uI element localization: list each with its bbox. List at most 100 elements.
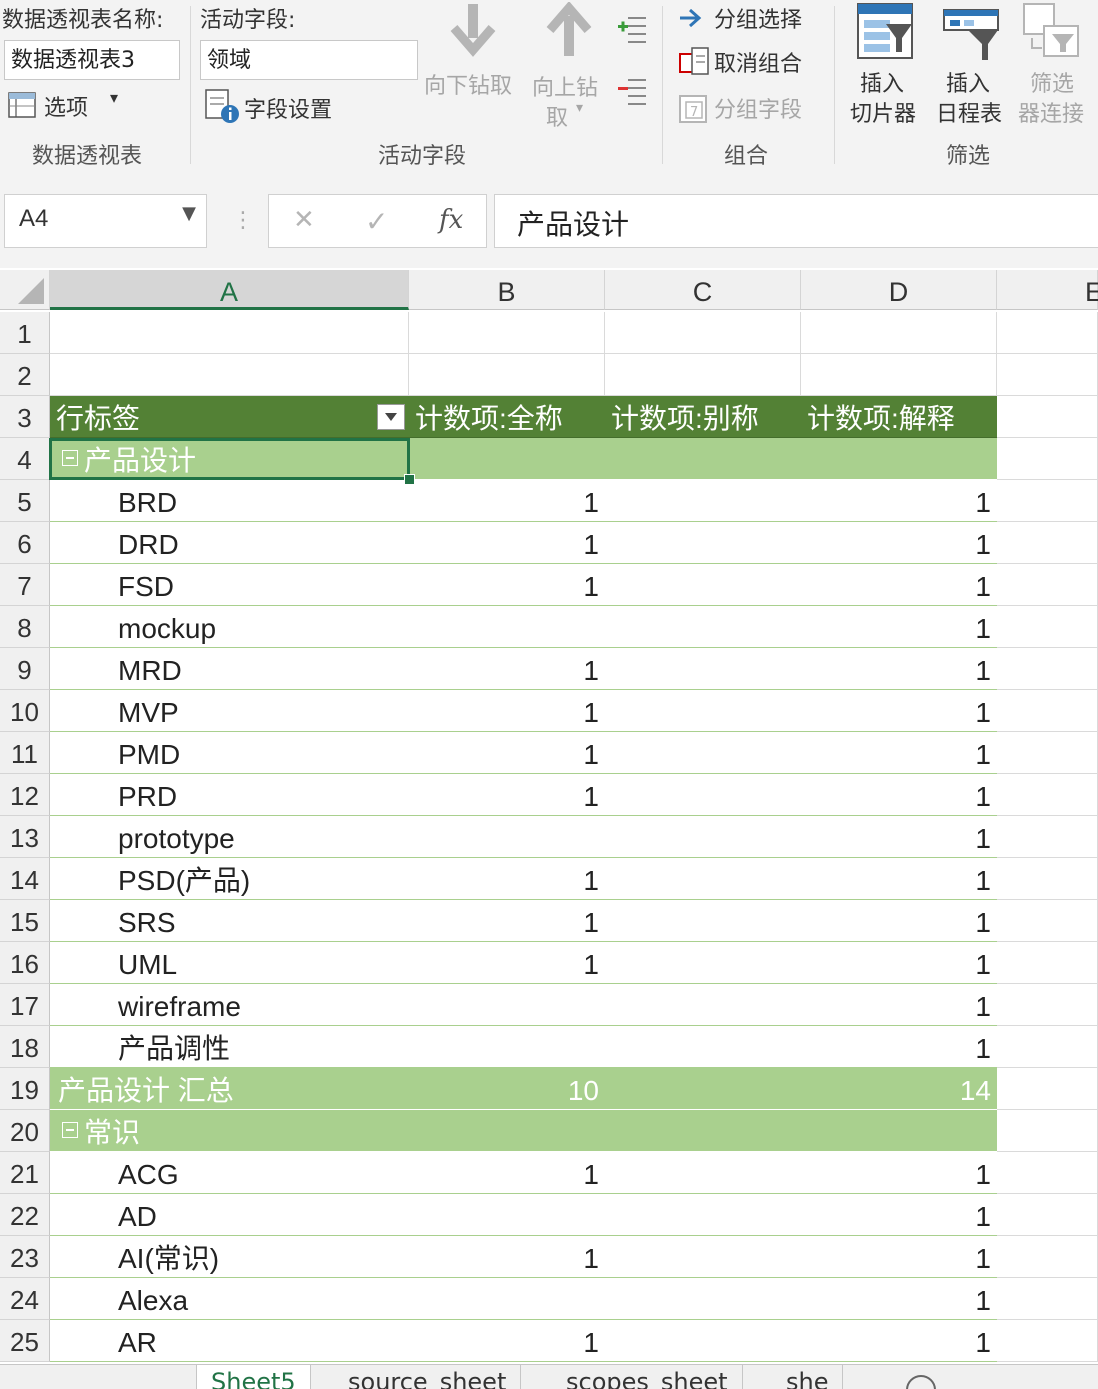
collapse-icon[interactable]	[62, 1122, 78, 1138]
cell-e[interactable]	[997, 1278, 1098, 1320]
cell-b[interactable]: 1	[409, 942, 605, 984]
column-header-d[interactable]: D	[801, 270, 997, 310]
row-header[interactable]: 18	[0, 1026, 50, 1068]
cell-d[interactable]: 1	[801, 480, 997, 522]
cell-b[interactable]: 计数项:全称	[409, 396, 605, 438]
cell-d[interactable]: 1	[801, 648, 997, 690]
cell-e[interactable]	[997, 732, 1098, 774]
row-header[interactable]: 21	[0, 1152, 50, 1194]
cell-a[interactable]: prototype	[50, 816, 409, 858]
row-header[interactable]: 7	[0, 564, 50, 606]
row-header[interactable]: 5	[0, 480, 50, 522]
cell-a[interactable]	[50, 354, 409, 396]
cell-a[interactable]: 产品调性	[50, 1026, 409, 1068]
cell-a[interactable]: BRD	[50, 480, 409, 522]
row-header[interactable]: 15	[0, 900, 50, 942]
cell-a[interactable]: PSD(产品)	[50, 858, 409, 900]
cell-a[interactable]: AR	[50, 1320, 409, 1362]
cell-a[interactable]: PRD	[50, 774, 409, 816]
row-header[interactable]: 10	[0, 690, 50, 732]
cell-b[interactable]	[409, 1026, 605, 1068]
cell-e[interactable]	[997, 858, 1098, 900]
cell-c[interactable]	[605, 438, 801, 480]
cell-b[interactable]	[409, 1110, 605, 1152]
row-header[interactable]: 23	[0, 1236, 50, 1278]
row-header[interactable]: 1	[0, 312, 50, 354]
cell-a[interactable]: mockup	[50, 606, 409, 648]
cell-d[interactable]: 1	[801, 564, 997, 606]
column-header-c[interactable]: C	[605, 270, 801, 310]
cell-d[interactable]: 1	[801, 1278, 997, 1320]
filter-dropdown-icon[interactable]	[377, 404, 405, 430]
cell-b[interactable]	[409, 816, 605, 858]
cell-a[interactable]: MRD	[50, 648, 409, 690]
row-header[interactable]: 13	[0, 816, 50, 858]
row-header[interactable]: 9	[0, 648, 50, 690]
cell-b[interactable]	[409, 312, 605, 354]
cell-a[interactable]: FSD	[50, 564, 409, 606]
collapse-icon[interactable]	[62, 450, 78, 466]
row-header[interactable]: 16	[0, 942, 50, 984]
row-header[interactable]: 3	[0, 396, 50, 438]
cell-d[interactable]: 1	[801, 1236, 997, 1278]
cell-e[interactable]	[997, 1320, 1098, 1362]
sheet-tab[interactable]: Sheet5	[196, 1365, 311, 1389]
formula-input[interactable]: 产品设计	[494, 194, 1098, 248]
cell-d[interactable]: 1	[801, 1194, 997, 1236]
cell-b[interactable]: 1	[409, 1152, 605, 1194]
cell-b[interactable]: 10	[409, 1068, 605, 1110]
cell-a[interactable]: MVP	[50, 690, 409, 732]
cell-c[interactable]: 计数项:别称	[605, 396, 801, 438]
cell-e[interactable]	[997, 690, 1098, 732]
cell-c[interactable]	[605, 732, 801, 774]
cell-a[interactable]: 产品设计	[50, 438, 409, 480]
sheet-tab[interactable]: source_sheet	[334, 1365, 522, 1389]
row-header[interactable]: 20	[0, 1110, 50, 1152]
row-header[interactable]: 6	[0, 522, 50, 564]
cell-c[interactable]	[605, 984, 801, 1026]
cell-d[interactable]: 1	[801, 816, 997, 858]
group-selection-button[interactable]: 分组选择	[678, 0, 828, 36]
cell-b[interactable]	[409, 606, 605, 648]
cell-d[interactable]: 1	[801, 690, 997, 732]
cell-e[interactable]	[997, 900, 1098, 942]
cell-b[interactable]: 1	[409, 522, 605, 564]
cell-e[interactable]	[997, 564, 1098, 606]
cell-d[interactable]: 1	[801, 942, 997, 984]
cell-e[interactable]	[997, 984, 1098, 1026]
cell-c[interactable]	[605, 1110, 801, 1152]
cell-a[interactable]: PMD	[50, 732, 409, 774]
cell-a[interactable]: SRS	[50, 900, 409, 942]
column-header-a[interactable]: A	[50, 270, 409, 310]
cell-b[interactable]: 1	[409, 858, 605, 900]
cell-d[interactable]: 1	[801, 1026, 997, 1068]
cell-b[interactable]: 1	[409, 690, 605, 732]
cell-e[interactable]	[997, 1194, 1098, 1236]
drill-up-button[interactable]: 向上钻 取 ▾	[532, 2, 612, 132]
insert-function-icon[interactable]: fx	[439, 205, 463, 235]
cell-c[interactable]	[605, 774, 801, 816]
cell-d[interactable]: 1	[801, 1320, 997, 1362]
cell-c[interactable]	[605, 942, 801, 984]
cell-c[interactable]	[605, 480, 801, 522]
cell-a[interactable]	[50, 312, 409, 354]
row-header[interactable]: 19	[0, 1068, 50, 1110]
cell-c[interactable]	[605, 900, 801, 942]
cell-b[interactable]: 1	[409, 480, 605, 522]
enter-icon[interactable]: ✓	[365, 205, 388, 238]
cell-c[interactable]	[605, 606, 801, 648]
cell-b[interactable]: 1	[409, 1320, 605, 1362]
cell-c[interactable]	[605, 564, 801, 606]
cell-b[interactable]	[409, 438, 605, 480]
cell-d[interactable]	[801, 438, 997, 480]
select-all-corner[interactable]	[0, 270, 50, 310]
field-settings-button[interactable]: 字段设置	[204, 88, 354, 124]
insert-timeline-button[interactable]: 插入 日程表	[934, 0, 1014, 130]
cell-d[interactable]: 1	[801, 1152, 997, 1194]
cell-d[interactable]: 1	[801, 858, 997, 900]
row-header[interactable]: 11	[0, 732, 50, 774]
cell-a[interactable]: DRD	[50, 522, 409, 564]
row-header[interactable]: 4	[0, 438, 50, 480]
drill-down-button[interactable]: 向下钻取	[424, 2, 524, 102]
row-header[interactable]: 8	[0, 606, 50, 648]
